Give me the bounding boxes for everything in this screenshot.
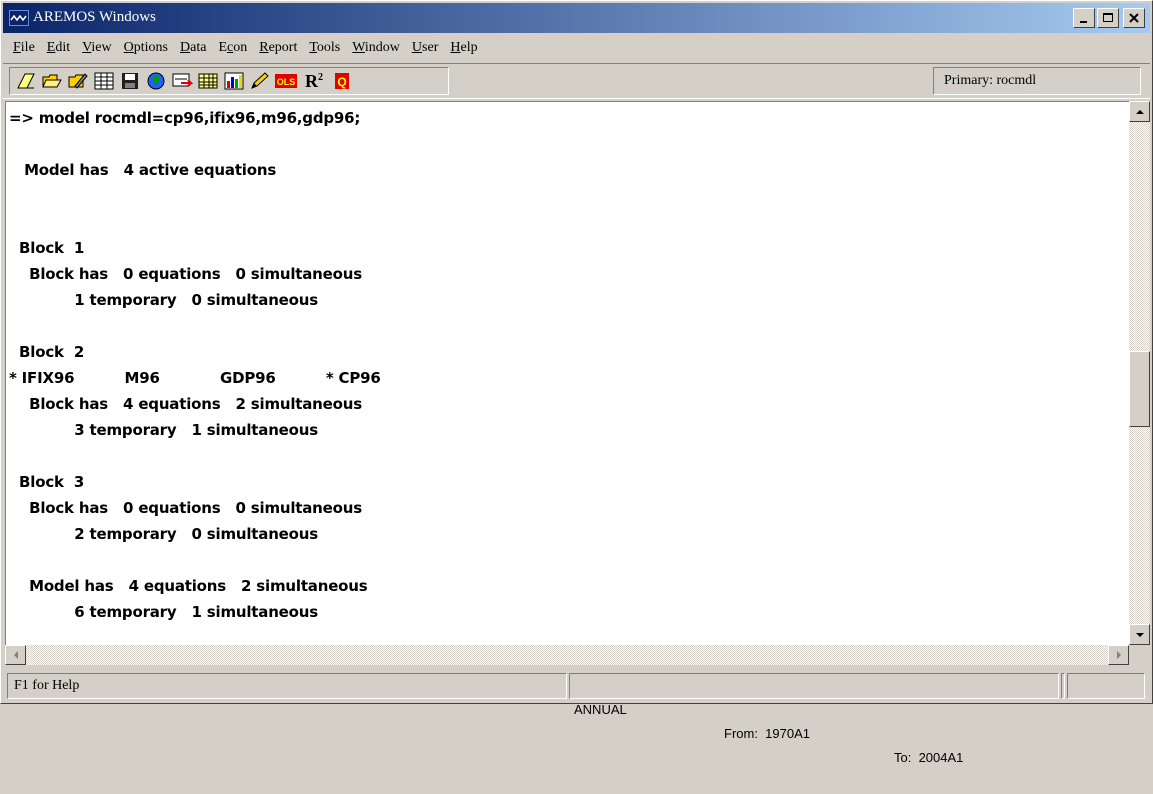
menu-data[interactable]: Data (174, 37, 212, 59)
chart-icon (224, 72, 244, 90)
status-from: From: 1970A1 (724, 726, 810, 741)
status-period: ANNUAL From: 1970A1 To: 2004A1 (569, 673, 1059, 765)
pencil-icon (251, 72, 269, 89)
primary-model-indicator: Primary: rocmdl (933, 67, 1141, 95)
console-output[interactable]: => model rocmdl=cp96,ifix96,m96,gdp96; M… (5, 101, 1129, 645)
status-help: F1 for Help (7, 673, 567, 699)
series-button[interactable] (92, 70, 116, 92)
menu-window[interactable]: Window (346, 37, 406, 59)
open-button[interactable] (40, 70, 64, 92)
menu-tools[interactable]: Tools (303, 37, 346, 59)
pencil-button[interactable] (248, 70, 272, 92)
scroll-left-button[interactable] (5, 645, 26, 665)
minimize-icon (1080, 21, 1087, 23)
window-title: AREMOS Windows (33, 9, 156, 25)
r-squared-icon: R2 (305, 71, 323, 92)
edit-button[interactable] (66, 70, 90, 92)
import-button[interactable] (170, 70, 194, 92)
console-line: 2 temporary 0 simultaneous (9, 525, 318, 543)
console-line: Block has 0 equations 0 simultaneous (9, 265, 362, 283)
vertical-scroll-thumb[interactable] (1129, 351, 1150, 427)
q-label: Q (337, 75, 346, 89)
series-icon (94, 72, 114, 90)
toolbar: OLS R2 Q Primary: rocmdl (3, 63, 1150, 99)
title-bar[interactable]: AREMOS Windows (3, 3, 1150, 33)
menu-report[interactable]: Report (253, 37, 303, 59)
status-divider (1061, 673, 1065, 699)
menu-edit[interactable]: Edit (41, 37, 76, 59)
app-icon[interactable] (9, 10, 29, 26)
save-button[interactable] (118, 70, 142, 92)
quit-icon: Q (335, 73, 349, 89)
arrow-up-icon (1135, 109, 1144, 114)
console-line: Block has 4 equations 2 simultaneous (9, 395, 362, 413)
arrow-left-icon (13, 651, 18, 659)
scroll-corner (1129, 645, 1150, 665)
console-line: => model rocmdl=cp96,ifix96,m96,gdp96; (9, 109, 361, 127)
scroll-down-button[interactable] (1129, 624, 1150, 645)
scroll-up-button[interactable] (1129, 101, 1150, 122)
console-line: * IFIX96 M96 GDP96 * CP96 (9, 369, 381, 387)
status-bar: F1 for Help ANNUAL From: 1970A1 To: 2004… (3, 669, 1150, 765)
ols-label: OLS (277, 77, 296, 87)
status-extra (1067, 673, 1145, 699)
scroll-right-button[interactable] (1108, 645, 1129, 665)
vertical-scrollbar[interactable] (1129, 101, 1150, 645)
r2-label: R (305, 70, 318, 91)
r2-sup: 2 (318, 71, 323, 83)
ols-icon: OLS (275, 74, 297, 88)
close-icon (1129, 13, 1139, 23)
console-line: Model has 4 active equations (9, 161, 277, 179)
globe-button[interactable] (144, 70, 168, 92)
ols-button[interactable]: OLS (274, 70, 298, 92)
status-frequency: ANNUAL (574, 702, 627, 717)
menu-view[interactable]: View (76, 37, 118, 59)
edit-icon (68, 73, 88, 89)
console-line: Block has 0 equations 0 simultaneous (9, 499, 362, 517)
menu-help[interactable]: Help (444, 37, 483, 59)
new-button[interactable] (14, 70, 38, 92)
status-to: To: 2004A1 (894, 750, 964, 765)
menu-file[interactable]: File (7, 37, 41, 59)
console-line: Block 1 (9, 239, 85, 257)
chart-button[interactable] (222, 70, 246, 92)
menu-options[interactable]: Options (118, 37, 174, 59)
new-icon (17, 73, 35, 89)
console-line: Block 2 (9, 343, 85, 361)
import-icon (172, 73, 193, 87)
open-folder-icon (42, 74, 62, 88)
menu-bar: File Edit View Options Data Econ Report Tools Wi… (3, 35, 1150, 61)
menu-user[interactable]: User (406, 37, 444, 59)
console-line: 3 temporary 1 simultaneous (9, 421, 318, 439)
arrow-down-icon (1135, 632, 1144, 637)
toolbar-buttons: OLS R2 Q (9, 67, 449, 95)
maximize-button[interactable] (1097, 8, 1119, 28)
console-text: => model rocmdl=cp96,ifix96,m96,gdp96; M… (6, 102, 1129, 625)
maximize-icon (1103, 13, 1113, 22)
table-button[interactable] (196, 70, 220, 92)
save-icon (122, 73, 138, 89)
arrow-right-icon (1116, 651, 1121, 659)
console-line: Model has 4 equations 2 simultaneous (9, 577, 368, 595)
minimize-button[interactable] (1073, 8, 1095, 28)
console-line: 1 temporary 0 simultaneous (9, 291, 318, 309)
quit-button[interactable]: Q (330, 70, 354, 92)
aremos-window: AREMOS Windows File Edit View Options Data Ec… (0, 0, 1153, 765)
console-line: Block 3 (9, 473, 85, 491)
menu-econ[interactable]: Econ (212, 37, 253, 59)
r-squared-button[interactable]: R2 (300, 70, 328, 92)
horizontal-scrollbar[interactable] (5, 645, 1129, 665)
close-button[interactable] (1123, 8, 1145, 28)
table-icon (198, 73, 218, 89)
globe-icon (147, 72, 165, 90)
console-line: 6 temporary 1 simultaneous (9, 603, 318, 621)
